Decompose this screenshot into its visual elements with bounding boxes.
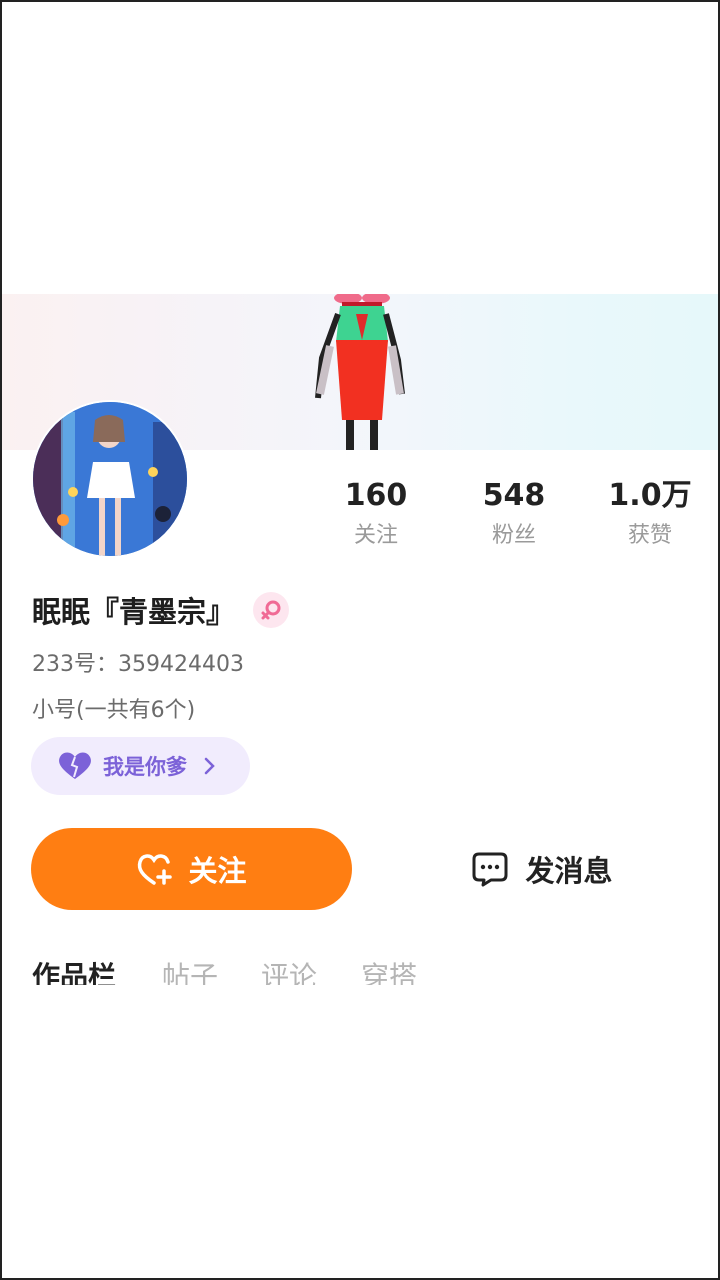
female-gender-icon (253, 592, 290, 628)
stat-likes-value: 1.0万 (608, 478, 692, 513)
tab-comments[interactable]: 评论 (261, 957, 317, 985)
stat-following-label: 关注 (353, 523, 398, 548)
avatar-image (33, 402, 187, 556)
profile-stats: 160 关注 548 粉丝 1.0万 获赞 (302, 476, 718, 556)
follow-button[interactable]: 关注 (31, 828, 352, 910)
user-id: 233号：359424403 (32, 652, 244, 677)
message-button-label: 发消息 (525, 854, 613, 888)
stat-following[interactable]: 160 关注 (306, 476, 446, 556)
follow-button-label: 关注 (188, 854, 247, 888)
name-row: 眠眠『青墨宗』 (32, 588, 290, 632)
chevron-right-icon (204, 757, 215, 775)
tab-posts[interactable]: 帖子 (162, 957, 218, 985)
heart-plus-icon (138, 854, 173, 885)
banner-character-image (315, 294, 405, 450)
badge-label: 我是你爹 (103, 755, 187, 779)
stat-fans[interactable]: 548 粉丝 (444, 476, 584, 556)
stat-likes[interactable]: 1.0万 获赞 (580, 476, 718, 556)
message-button[interactable]: 发消息 (442, 828, 642, 910)
avatar[interactable] (31, 400, 189, 558)
profile-page: 160 关注 548 粉丝 1.0万 获赞 眠眠『青墨宗』 233号：35942… (0, 0, 720, 1280)
tab-outfits[interactable]: 穿搭 (361, 957, 417, 985)
heart-icon (59, 752, 91, 779)
chat-bubble-icon (472, 852, 508, 887)
relationship-badge-button[interactable]: 我是你爹 (31, 737, 250, 795)
tab-works[interactable]: 作品栏 (32, 957, 116, 985)
stat-likes-label: 获赞 (627, 523, 672, 548)
alt-accounts-link[interactable]: 小号(一共有6个) (32, 692, 195, 724)
stat-following-value: 160 (344, 478, 408, 513)
user-name: 眠眠『青墨宗』 (32, 595, 236, 629)
stat-fans-label: 粉丝 (491, 523, 536, 548)
profile-tabs: 作品栏 帖子 评论 穿搭 (32, 957, 692, 985)
stat-fans-value: 548 (482, 478, 546, 513)
